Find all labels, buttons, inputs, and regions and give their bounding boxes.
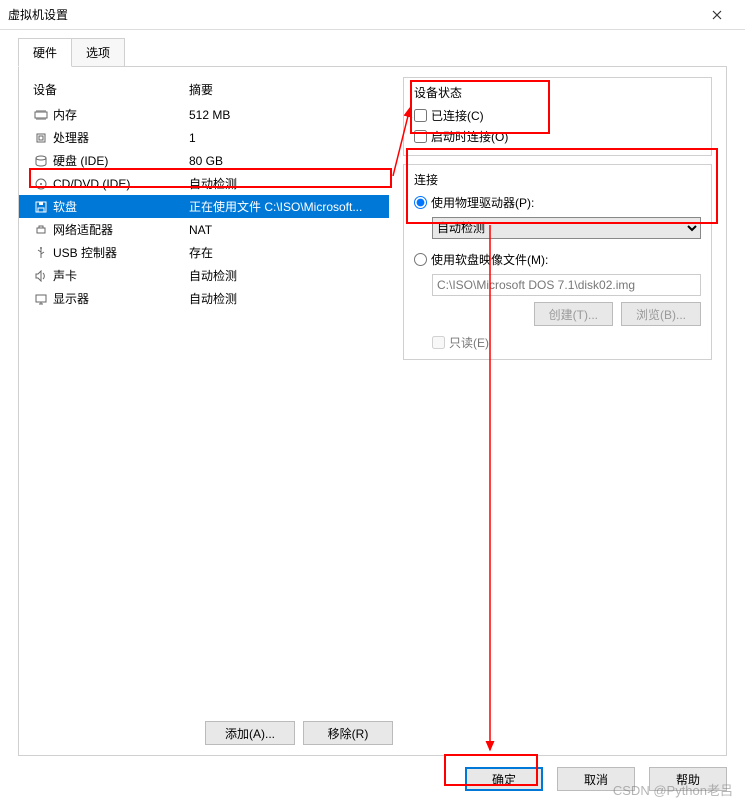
device-name: 内存 [53,106,189,123]
image-path-input[interactable] [432,274,701,296]
connect-at-poweron-label: 启动时连接(O) [431,128,508,145]
device-action-buttons: 添加(A)... 移除(R) [205,721,393,745]
use-physical-label: 使用物理驱动器(P): [431,194,534,211]
device-name: USB 控制器 [53,244,189,261]
device-status-legend: 设备状态 [410,84,466,101]
use-image-radio[interactable] [414,253,427,266]
remove-device-button[interactable]: 移除(R) [303,721,393,745]
physical-drive-select[interactable]: 自动检测 [432,217,701,239]
device-name: CD/DVD (IDE) [53,177,189,191]
connect-at-poweron-row[interactable]: 启动时连接(O) [414,126,701,147]
device-row-network[interactable]: 网络适配器 NAT [19,218,389,241]
connection-fieldset: 连接 使用物理驱动器(P): 自动检测 使用软盘映像文件(M): 创建(T)..… [403,164,712,360]
connected-checkbox-row[interactable]: 已连接(C) [414,105,701,126]
device-summary: 1 [189,131,375,145]
device-list-header: 设备 摘要 [19,77,389,103]
window-title: 虚拟机设置 [8,6,697,23]
connection-legend: 连接 [410,171,442,188]
device-row-display[interactable]: 显示器 自动检测 [19,287,389,310]
tab-hardware[interactable]: 硬件 [18,38,72,67]
create-image-button[interactable]: 创建(T)... [534,302,613,326]
readonly-checkbox-row[interactable]: 只读(E) [432,334,701,351]
use-image-radio-row[interactable]: 使用软盘映像文件(M): [414,249,701,270]
titlebar: 虚拟机设置 [0,0,745,30]
disk-icon [33,154,49,168]
device-row-floppy[interactable]: 软盘 正在使用文件 C:\ISO\Microsoft... [19,195,389,218]
tab-strip: 硬件 选项 [0,30,745,67]
device-settings-panel: 设备状态 已连接(C) 启动时连接(O) 连接 使用物理驱动器(P): 自动检测 [389,67,726,755]
tab-options[interactable]: 选项 [72,38,125,67]
device-summary: 自动检测 [189,290,375,307]
connected-label: 已连接(C) [431,107,484,124]
device-name: 软盘 [53,198,189,215]
cpu-icon [33,131,49,145]
device-summary: 存在 [189,244,375,261]
add-device-button[interactable]: 添加(A)... [205,721,295,745]
device-summary: 正在使用文件 C:\ISO\Microsoft... [189,198,375,215]
browse-image-button[interactable]: 浏览(B)... [621,302,701,326]
device-status-fieldset: 设备状态 已连接(C) 启动时连接(O) [403,77,712,156]
col-summary: 摘要 [189,81,375,98]
device-row-usb[interactable]: USB 控制器 存在 [19,241,389,264]
device-row-memory[interactable]: 内存 512 MB [19,103,389,126]
readonly-label: 只读(E) [449,334,489,351]
readonly-checkbox[interactable] [432,336,445,349]
device-row-soundcard[interactable]: 声卡 自动检测 [19,264,389,287]
device-list-panel: 设备 摘要 内存 512 MB 处理器 1 硬盘 (IDE) 80 GB CD/… [19,67,389,755]
device-summary: 512 MB [189,108,375,122]
device-row-cdrom[interactable]: CD/DVD (IDE) 自动检测 [19,172,389,195]
network-icon [33,223,49,237]
device-name: 声卡 [53,267,189,284]
device-name: 硬盘 (IDE) [53,152,189,169]
use-image-label: 使用软盘映像文件(M): [431,251,548,268]
device-name: 显示器 [53,290,189,307]
memory-icon [33,108,49,122]
connected-checkbox[interactable] [414,109,427,122]
usb-icon [33,246,49,260]
sound-icon [33,269,49,283]
close-button[interactable] [697,1,737,29]
device-row-cpu[interactable]: 处理器 1 [19,126,389,149]
floppy-icon [33,200,49,214]
watermark: CSDN @Python老吕 [613,780,733,799]
use-physical-radio-row[interactable]: 使用物理驱动器(P): [414,192,701,213]
device-name: 处理器 [53,129,189,146]
device-name: 网络适配器 [53,221,189,238]
device-summary: 80 GB [189,154,375,168]
device-summary: 自动检测 [189,267,375,284]
col-device: 设备 [33,81,189,98]
device-summary: NAT [189,223,375,237]
connect-at-poweron-checkbox[interactable] [414,130,427,143]
tab-body: 设备 摘要 内存 512 MB 处理器 1 硬盘 (IDE) 80 GB CD/… [18,66,727,756]
ok-button[interactable]: 确定 [465,767,543,791]
device-summary: 自动检测 [189,175,375,192]
cd-icon [33,177,49,191]
use-physical-radio[interactable] [414,196,427,209]
display-icon [33,292,49,306]
device-row-disk[interactable]: 硬盘 (IDE) 80 GB [19,149,389,172]
